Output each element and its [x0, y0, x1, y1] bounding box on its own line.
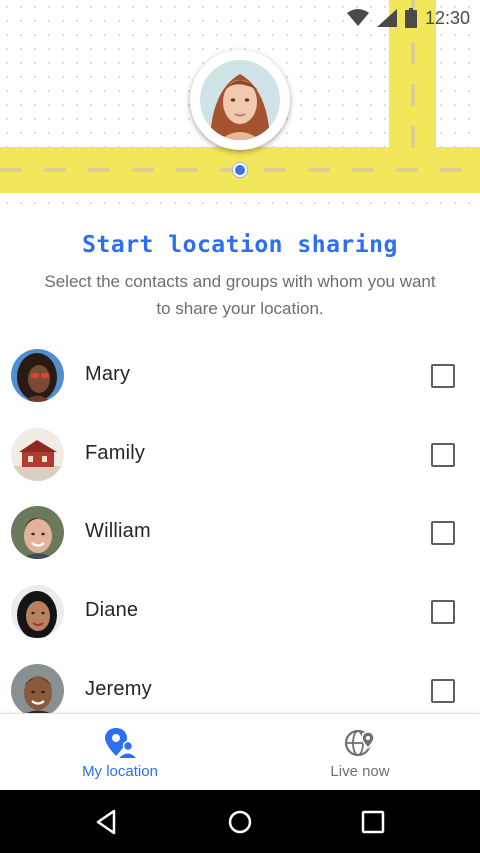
contact-checkbox[interactable]: [431, 364, 455, 388]
contact-name: Diane: [85, 599, 139, 621]
person-pin-icon: [104, 728, 136, 758]
contact-checkbox[interactable]: [431, 679, 455, 703]
avatar: [11, 349, 64, 402]
status-time: 12:30: [424, 7, 470, 28]
tab-label: My location: [82, 763, 158, 780]
contact-name: Jeremy: [85, 678, 152, 700]
map-header: 12:30: [0, 0, 480, 215]
contact-row-william[interactable]: William: [0, 497, 480, 567]
tab-live-now[interactable]: Live now: [240, 714, 480, 791]
map-pin-avatar: [200, 60, 280, 140]
signal-icon: [376, 9, 397, 27]
tab-label: Live now: [330, 763, 390, 780]
avatar: [11, 428, 64, 481]
tab-my-location[interactable]: My location: [0, 714, 240, 791]
contact-checkbox[interactable]: [431, 443, 455, 467]
contact-name: William: [85, 520, 151, 542]
contact-name: Mary: [85, 363, 131, 385]
contact-checkbox[interactable]: [431, 521, 455, 545]
current-location-dot: [233, 163, 247, 177]
avatar: [11, 585, 64, 638]
bottom-navigation: My location Live now: [0, 713, 480, 791]
system-navigation-bar: [0, 790, 480, 853]
avatar: [11, 506, 64, 559]
page-subtitle: Select the contacts and groups with whom…: [44, 272, 436, 318]
battery-icon: [404, 8, 417, 28]
recents-icon[interactable]: [359, 808, 387, 836]
globe-pin-icon: [344, 728, 376, 758]
contact-row-mary[interactable]: Mary: [0, 340, 480, 410]
page-title: Start location sharing: [82, 232, 398, 258]
contact-name: Family: [85, 442, 146, 464]
avatar: [11, 664, 64, 717]
contact-checkbox[interactable]: [431, 600, 455, 624]
contact-row-family[interactable]: Family: [0, 419, 480, 489]
contact-row-diane[interactable]: Diane: [0, 576, 480, 646]
wifi-icon: [346, 9, 369, 27]
back-icon[interactable]: [93, 808, 121, 836]
status-bar: 12:30: [346, 6, 470, 30]
home-icon[interactable]: [226, 808, 254, 836]
